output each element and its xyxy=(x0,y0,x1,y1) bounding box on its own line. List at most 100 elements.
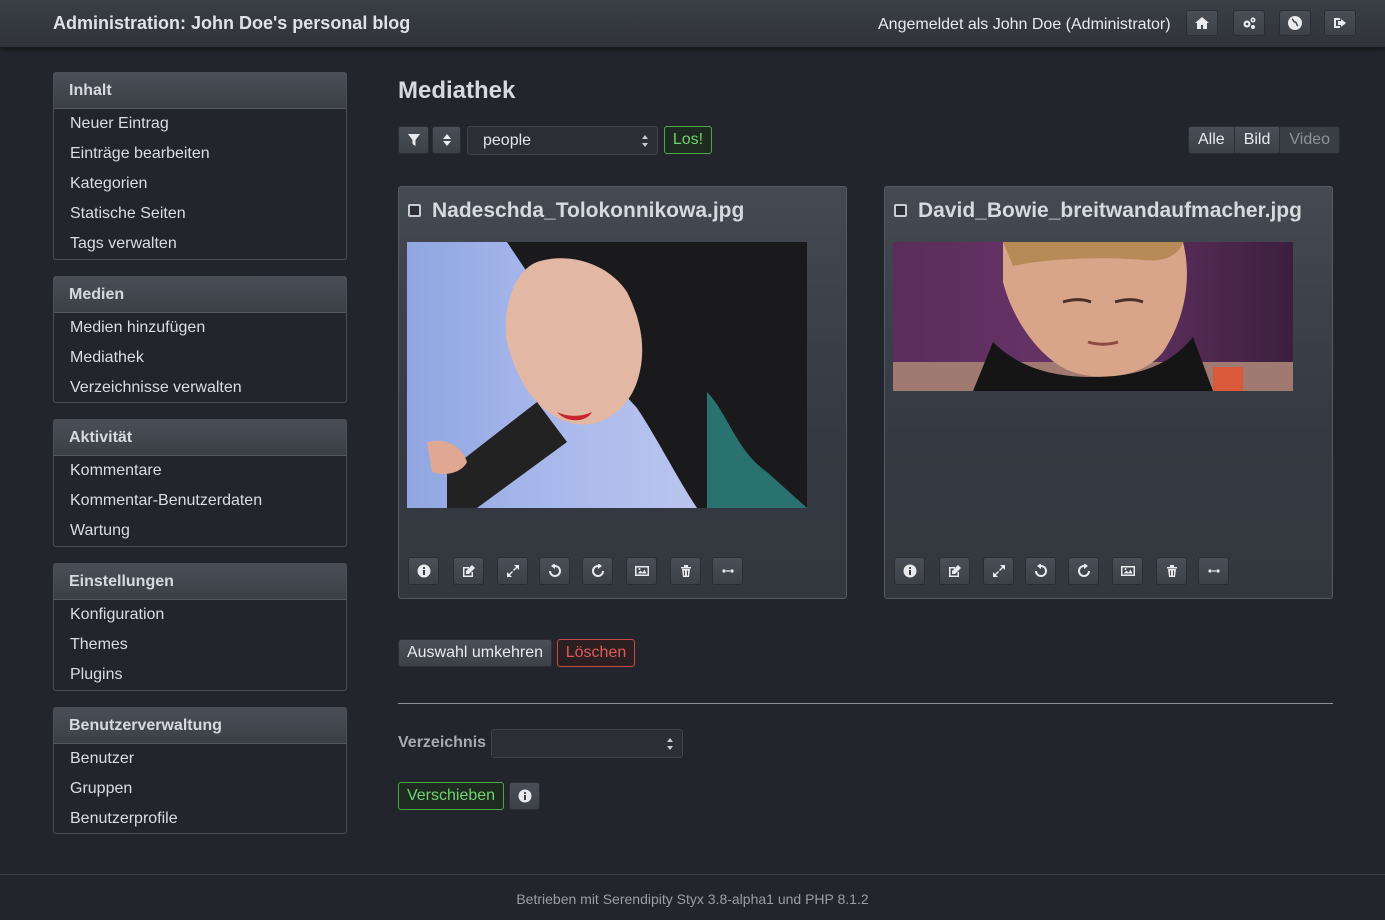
select-arrows-icon xyxy=(667,738,673,750)
resize-button[interactable] xyxy=(497,557,528,585)
edit-button[interactable] xyxy=(939,557,970,585)
image-icon xyxy=(634,566,649,576)
image-properties-button[interactable] xyxy=(1112,557,1143,585)
sidebar-item-groups[interactable]: Gruppen xyxy=(54,774,346,804)
divider xyxy=(398,703,1333,704)
sidebar-item-configuration[interactable]: Konfiguration xyxy=(54,600,346,630)
info-button[interactable] xyxy=(408,557,439,585)
sidebar-item-user-profiles[interactable]: Benutzerprofile xyxy=(54,804,346,834)
delete-selected-button[interactable]: Löschen xyxy=(557,639,635,667)
sidebar-heading: Benutzerverwaltung xyxy=(54,708,346,744)
delete-button[interactable] xyxy=(670,557,701,585)
sidebar-item-new-entry[interactable]: Neuer Eintrag xyxy=(54,109,346,139)
home-icon xyxy=(1195,17,1209,29)
edit-icon xyxy=(462,565,475,577)
sidebar-panel-users: Benutzerverwaltung Benutzer Gruppen Benu… xyxy=(53,707,347,834)
invert-selection-button[interactable]: Auswahl umkehren xyxy=(398,639,552,667)
delete-button[interactable] xyxy=(1156,557,1187,585)
sidebar-item-themes[interactable]: Themes xyxy=(54,630,346,660)
link-icon xyxy=(721,569,734,573)
type-filter: Alle Bild Video xyxy=(1188,126,1341,154)
media-select-checkbox[interactable] xyxy=(894,204,907,217)
sidebar-panel-media: Medien Medien hinzufügen Mediathek Verze… xyxy=(53,276,347,403)
sidebar-heading: Inhalt xyxy=(54,73,346,109)
rotate-right-icon xyxy=(591,564,604,577)
sidebar-panel-content: Inhalt Neuer Eintrag Einträge bearbeiten… xyxy=(53,72,347,260)
logout-button[interactable] xyxy=(1324,10,1356,36)
directory-select[interactable] xyxy=(491,729,683,758)
type-filter-all[interactable]: Alle xyxy=(1189,127,1235,153)
sort-button[interactable] xyxy=(432,126,461,154)
directory-label: Verzeichnis xyxy=(398,734,487,751)
sidebar-item-media-library[interactable]: Mediathek xyxy=(54,343,346,373)
sidebar-item-comments[interactable]: Kommentare xyxy=(54,456,346,486)
move-info-button[interactable] xyxy=(509,782,540,810)
rotate-left-button[interactable] xyxy=(539,557,570,585)
media-filename: Nadeschda_Tolokonnikowa.jpg xyxy=(432,199,745,222)
sidebar-item-directories[interactable]: Verzeichnisse verwalten xyxy=(54,373,346,403)
edit-icon xyxy=(948,565,961,577)
info-icon xyxy=(518,789,531,803)
page-title: Mediathek xyxy=(398,77,516,104)
sidebar-item-categories[interactable]: Kategorien xyxy=(54,169,346,199)
settings-button[interactable] xyxy=(1233,10,1265,36)
footer-text: Betrieben mit Serendipity Styx 3.8-alpha… xyxy=(516,891,869,907)
rotate-right-button[interactable] xyxy=(582,557,613,585)
info-button[interactable] xyxy=(894,557,925,585)
media-card: David_Bowie_breitwandaufmacher.jpg xyxy=(884,186,1333,599)
rotate-left-icon xyxy=(548,564,561,577)
sidebar-item-users[interactable]: Benutzer xyxy=(54,744,346,774)
link-icon xyxy=(1207,569,1220,573)
image-icon xyxy=(1120,566,1135,576)
media-select-checkbox[interactable] xyxy=(408,204,421,217)
move-button[interactable]: Verschieben xyxy=(398,782,504,810)
keyword-select[interactable]: people xyxy=(467,126,658,155)
type-filter-video[interactable]: Video xyxy=(1280,127,1340,153)
view-site-button[interactable] xyxy=(1279,10,1311,36)
media-filename: David_Bowie_breitwandaufmacher.jpg xyxy=(918,199,1302,222)
sidebar-item-add-media[interactable]: Medien hinzufügen xyxy=(54,313,346,343)
media-card: Nadeschda_Tolokonnikowa.jpg xyxy=(398,186,847,599)
media-thumbnail[interactable] xyxy=(893,242,1293,391)
sidebar-heading: Einstellungen xyxy=(54,564,346,600)
link-button[interactable] xyxy=(712,557,743,585)
home-button[interactable] xyxy=(1186,10,1218,36)
sort-icon xyxy=(442,134,451,146)
sidebar-item-static-pages[interactable]: Statische Seiten xyxy=(54,199,346,229)
info-icon xyxy=(903,564,916,578)
image-properties-button[interactable] xyxy=(626,557,657,585)
admin-title: Administration: John Doe's personal blog xyxy=(53,13,411,33)
logged-in-user: Angemeldet als John Doe (Administrator) xyxy=(878,16,1171,33)
sidebar-panel-activity: Aktivität Kommentare Kommentar-Benutzerd… xyxy=(53,419,347,547)
sidebar-panel-settings: Einstellungen Konfiguration Themes Plugi… xyxy=(53,563,347,691)
footer: Betrieben mit Serendipity Styx 3.8-alpha… xyxy=(0,874,1385,920)
type-filter-image[interactable]: Bild xyxy=(1234,127,1281,153)
filter-button[interactable] xyxy=(398,126,429,154)
rotate-left-button[interactable] xyxy=(1025,557,1056,585)
sidebar-item-edit-entries[interactable]: Einträge bearbeiten xyxy=(54,139,346,169)
logout-icon xyxy=(1334,18,1346,28)
select-arrows-icon xyxy=(642,135,648,147)
sidebar-item-plugins[interactable]: Plugins xyxy=(54,660,346,690)
edit-button[interactable] xyxy=(453,557,484,585)
resize-icon xyxy=(992,565,1005,577)
resize-button[interactable] xyxy=(983,557,1014,585)
sidebar-heading: Aktivität xyxy=(54,420,346,456)
link-button[interactable] xyxy=(1198,557,1229,585)
top-bar: Administration: John Doe's personal blog… xyxy=(0,0,1385,48)
info-icon xyxy=(417,564,430,578)
resize-icon xyxy=(506,565,519,577)
delete-icon xyxy=(680,565,691,577)
sidebar-item-comment-userdata[interactable]: Kommentar-Benutzerdaten xyxy=(54,486,346,516)
sidebar-item-maintenance[interactable]: Wartung xyxy=(54,516,346,546)
settings-icon xyxy=(1243,17,1256,29)
filter-icon xyxy=(407,134,420,146)
rotate-left-icon xyxy=(1034,564,1047,577)
rotate-right-icon xyxy=(1077,564,1090,577)
sidebar-item-tags[interactable]: Tags verwalten xyxy=(54,229,346,259)
rotate-right-button[interactable] xyxy=(1068,557,1099,585)
delete-icon xyxy=(1166,565,1177,577)
go-button[interactable]: Los! xyxy=(664,126,712,154)
sidebar-heading: Medien xyxy=(54,277,346,313)
media-thumbnail[interactable] xyxy=(407,242,807,508)
